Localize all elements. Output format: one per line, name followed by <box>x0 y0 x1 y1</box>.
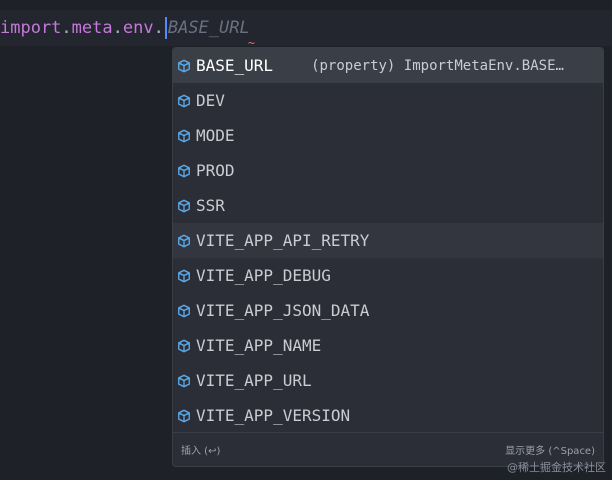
watermark: @稀土掘金技术社区 <box>507 461 606 474</box>
suggestion-item-dev[interactable]: DEV <box>173 83 603 118</box>
suggestion-item-base-url[interactable]: BASE_URL (property) ImportMetaEnv.BASE… <box>173 48 603 83</box>
suggestion-label: VITE_APP_NAME <box>196 336 322 355</box>
suggestion-item-ssr[interactable]: SSR <box>173 188 603 223</box>
show-more-hint[interactable]: 显示更多 (^Space) <box>505 442 595 457</box>
suggestion-item-vite-app-debug[interactable]: VITE_APP_DEBUG <box>173 258 603 293</box>
suggestion-label: VITE_APP_JSON_DATA <box>196 301 370 320</box>
cube-icon <box>178 234 190 247</box>
cube-icon <box>178 269 190 282</box>
code-line[interactable]: import. meta. env. BASE_URL ~ <box>0 10 612 49</box>
insert-hint[interactable]: 插入 (↩) <box>181 442 220 457</box>
suggestion-label: MODE <box>196 126 235 145</box>
suggestion-label: VITE_APP_URL <box>196 371 312 390</box>
suggestion-detail: (property) ImportMetaEnv.BASE… <box>311 57 564 74</box>
cube-icon <box>178 164 190 177</box>
cube-icon <box>178 94 190 107</box>
ghost-text: BASE_URL <box>167 18 250 38</box>
suggestion-label: VITE_APP_API_RETRY <box>196 231 370 250</box>
cube-icon <box>178 129 190 142</box>
suggestion-label: VITE_APP_DEBUG <box>196 266 331 285</box>
suggestion-item-prod[interactable]: PROD <box>173 153 603 188</box>
suggestion-widget[interactable]: BASE_URL (property) ImportMetaEnv.BASE… … <box>172 47 604 467</box>
cube-icon <box>178 304 190 317</box>
code-token-env: env <box>122 18 154 38</box>
code-editor[interactable]: import. meta. env. BASE_URL ~ BASE_URL (prop… <box>0 0 612 480</box>
code-token-meta: meta <box>71 18 113 38</box>
code-token-dot: . <box>112 18 123 38</box>
suggestion-label: SSR <box>196 196 225 215</box>
suggestion-item-vite-app-api-retry[interactable]: VITE_APP_API_RETRY <box>173 223 603 258</box>
text-cursor <box>164 17 167 39</box>
suggestion-label: PROD <box>196 161 235 180</box>
suggestion-list[interactable]: BASE_URL (property) ImportMetaEnv.BASE… … <box>173 48 603 433</box>
suggestion-label: DEV <box>196 91 225 110</box>
suggestion-item-vite-app-version[interactable]: VITE_APP_VERSION <box>173 398 603 433</box>
cube-icon <box>178 374 190 387</box>
inline-suggestion-ghost-text: BASE_URL ~ <box>167 18 255 49</box>
cube-icon <box>178 59 190 72</box>
suggestion-item-vite-app-name[interactable]: VITE_APP_NAME <box>173 328 603 363</box>
cube-icon <box>178 199 190 212</box>
code-token-dot: . <box>61 18 72 38</box>
suggestion-label: VITE_APP_VERSION <box>196 406 351 425</box>
cube-icon <box>178 339 190 352</box>
code-token-dot: . <box>153 18 164 38</box>
code-token-import: import <box>0 18 62 38</box>
suggestion-label: BASE_URL <box>196 56 274 75</box>
suggestion-item-vite-app-json-data[interactable]: VITE_APP_JSON_DATA <box>173 293 603 328</box>
suggestion-item-vite-app-url[interactable]: VITE_APP_URL <box>173 363 603 398</box>
cube-icon <box>178 409 190 422</box>
suggestion-item-mode[interactable]: MODE <box>173 118 603 153</box>
